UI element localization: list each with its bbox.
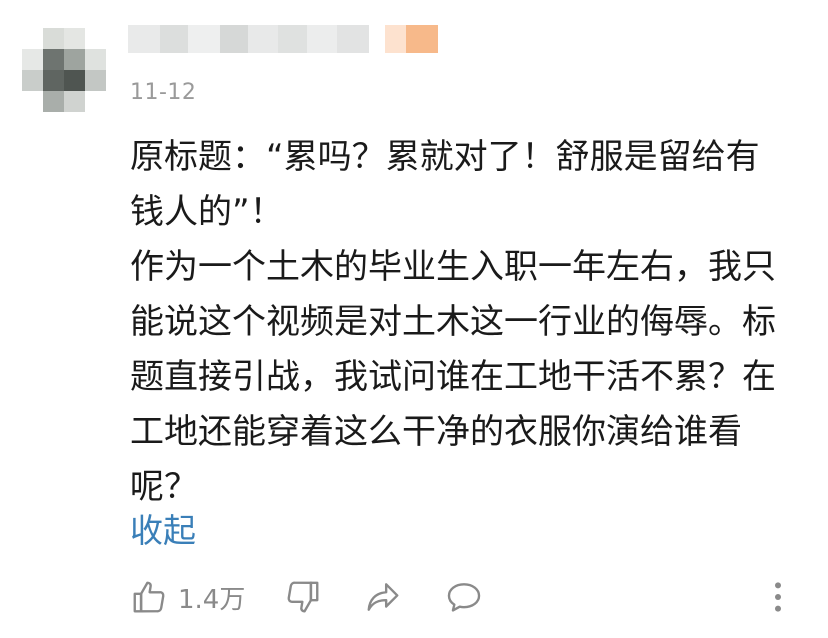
- comment-text: 原标题：“累吗？累就对了！舒服是留给有 钱人的”！ 作为一个土木的毕业生入职一年左右…: [130, 130, 790, 515]
- thumbs-down-icon: [284, 578, 322, 616]
- share-button[interactable]: [364, 573, 402, 621]
- comment-line: 呢？: [130, 467, 198, 507]
- more-button[interactable]: [766, 573, 790, 621]
- comment-line: 钱人的”！: [130, 192, 284, 232]
- action-bar: 1.4万: [130, 573, 810, 621]
- comment-icon: [444, 578, 484, 616]
- share-icon: [364, 578, 402, 616]
- avatar[interactable]: [22, 28, 106, 112]
- comment-line: 原标题：“累吗？累就对了！舒服是留给有: [130, 137, 760, 177]
- comment-line: 工地还能穿着这么干净的衣服你演给谁看: [130, 412, 742, 452]
- comment-date: 11-12: [130, 80, 197, 105]
- reply-button[interactable]: [444, 573, 484, 621]
- username-blurred[interactable]: [128, 25, 439, 53]
- comment-line: 题直接引战，我试问谁在工地干活不累？在: [130, 357, 776, 397]
- comment-line: 能说这个视频是对土木这一行业的侮辱。标: [130, 302, 776, 342]
- more-icon: [766, 577, 790, 617]
- dislike-button[interactable]: [284, 573, 322, 621]
- like-button[interactable]: 1.4万: [130, 573, 245, 621]
- comment-line: 作为一个土木的毕业生入职一年左右，我只: [130, 247, 776, 287]
- collapse-link[interactable]: 收起: [130, 504, 196, 552]
- like-count: 1.4万: [178, 584, 246, 615]
- thumbs-up-icon: [130, 578, 168, 616]
